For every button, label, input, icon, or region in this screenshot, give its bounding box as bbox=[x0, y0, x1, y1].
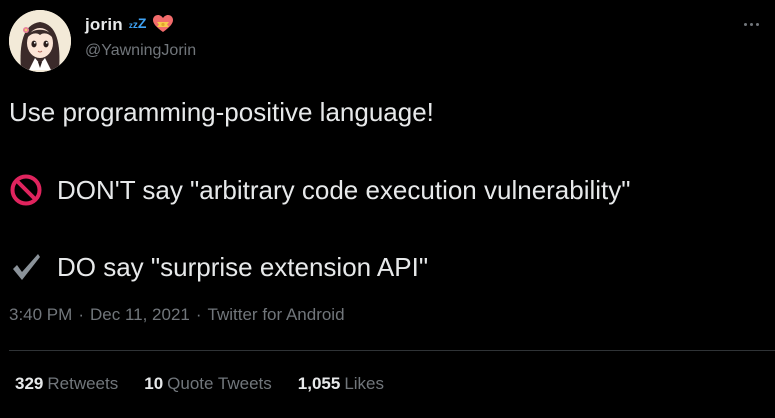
tweet-line-2-text: DON'T say "arbitrary code execution vuln… bbox=[57, 175, 631, 205]
more-options-icon[interactable] bbox=[739, 14, 763, 34]
quote-tweets-label: Quote Tweets bbox=[167, 374, 272, 393]
user-handle[interactable]: @YawningJorin bbox=[85, 42, 196, 60]
tweet-time[interactable]: 3:40 PM bbox=[9, 305, 72, 325]
name-row: jorin zzZ bbox=[85, 14, 196, 36]
retweets-label: Retweets bbox=[47, 374, 119, 393]
tweet-card: jorin zzZ @YawningJorin Use programming-… bbox=[0, 0, 775, 418]
meta-separator: · bbox=[78, 305, 84, 324]
heart-with-ribbon-icon bbox=[153, 15, 174, 32]
tweet-meta: 3:40 PM · Dec 11, 2021 · Twitter for And… bbox=[9, 305, 345, 325]
avatar-image bbox=[9, 10, 71, 72]
divider bbox=[9, 350, 775, 351]
avatar[interactable] bbox=[9, 10, 71, 72]
tweet-stats: 329 Retweets 10 Quote Tweets 1,055 Likes bbox=[15, 374, 410, 394]
likes-label: Likes bbox=[344, 374, 384, 393]
tweet-date[interactable]: Dec 11, 2021 bbox=[90, 305, 190, 325]
tweet-line-1: Use programming-positive language! bbox=[9, 97, 434, 127]
quote-tweets-stat[interactable]: 10 Quote Tweets bbox=[144, 374, 272, 394]
user-info: jorin zzZ @YawningJorin bbox=[85, 14, 196, 60]
tweet-line-3: DO say "surprise extension API" bbox=[9, 250, 428, 284]
likes-stat[interactable]: 1,055 Likes bbox=[298, 374, 384, 394]
check-mark-icon bbox=[13, 254, 40, 280]
likes-count: 1,055 bbox=[297, 374, 341, 393]
zzz-icon: zzZ bbox=[128, 15, 147, 31]
tweet-line-3-text: DO say "surprise extension API" bbox=[57, 252, 429, 282]
tweet-line-2: DON'T say "arbitrary code execution vuln… bbox=[9, 173, 631, 207]
prohibited-icon bbox=[10, 174, 42, 206]
meta-separator-2: · bbox=[195, 305, 202, 324]
retweets-count: 329 bbox=[15, 374, 44, 393]
display-name[interactable]: jorin bbox=[85, 15, 123, 35]
quote-tweets-count: 10 bbox=[144, 374, 164, 393]
tweet-source[interactable]: Twitter for Android bbox=[208, 305, 345, 325]
retweets-stat[interactable]: 329 Retweets bbox=[15, 374, 118, 394]
